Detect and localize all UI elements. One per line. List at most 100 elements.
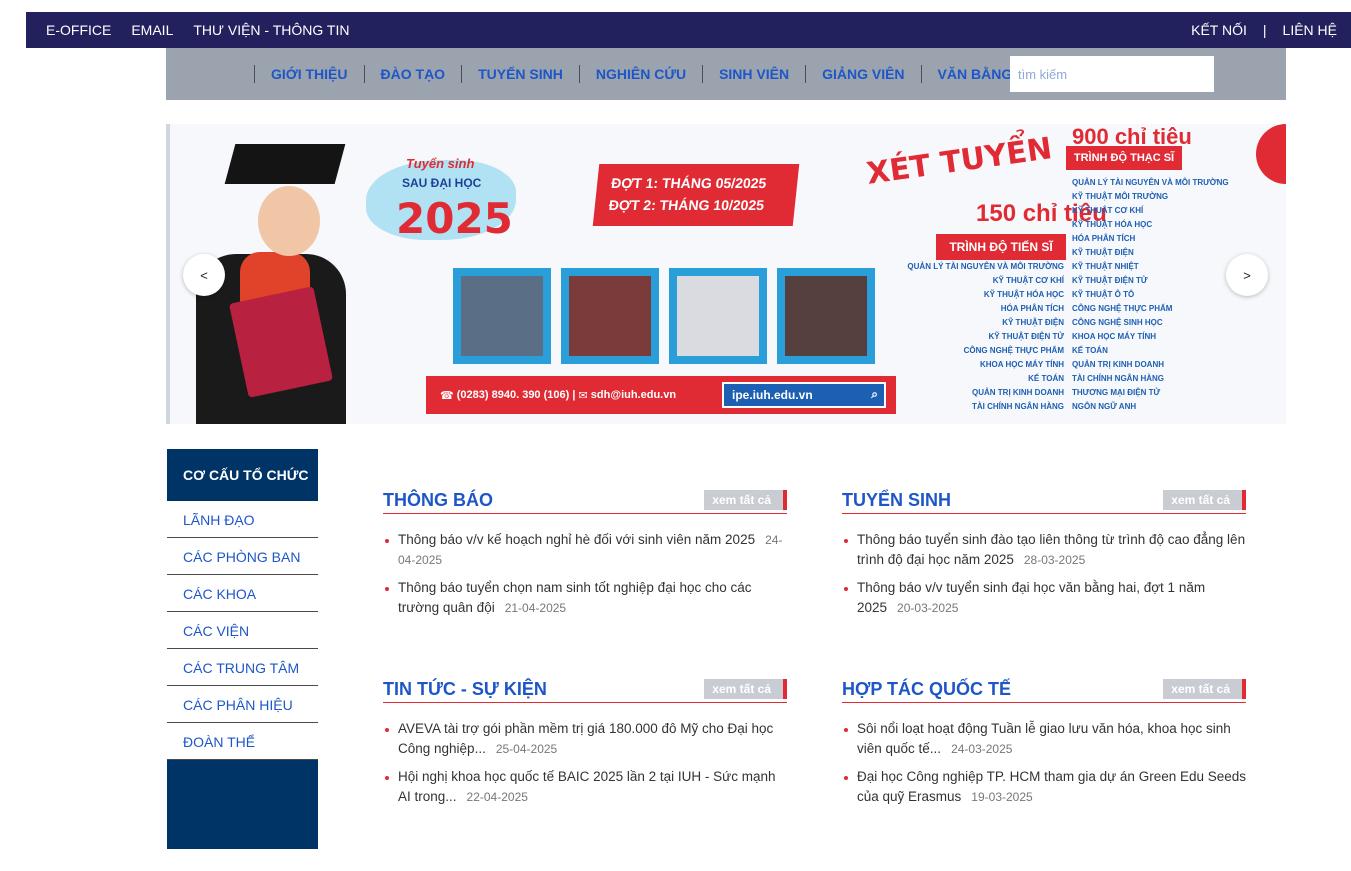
nav-divider: [461, 65, 463, 83]
major-item: KỸ THUẬT HÓA HỌC: [983, 290, 1064, 299]
nav-van-bang[interactable]: VĂN BẰNG: [938, 66, 1013, 82]
sidebar-item-lanh-dao[interactable]: LÃNH ĐẠO: [167, 501, 318, 538]
major-item: KỸ THUẬT NHIỆT: [1072, 262, 1139, 271]
banner-website-text: ipe.iuh.edu.vn: [732, 388, 813, 402]
nav-gioi-thieu[interactable]: GIỚI THIỆU: [271, 66, 348, 82]
sidebar-item-khoa[interactable]: CÁC KHOA: [167, 575, 318, 612]
banner-photo: [669, 268, 767, 364]
news-date: 21-04-2025: [504, 601, 567, 615]
title-sub: SAU ĐẠI HỌC: [402, 176, 482, 190]
org-structure-sidebar: CƠ CẤU TỔ CHỨC LÃNH ĐẠO CÁC PHÒNG BAN CÁ…: [167, 449, 318, 849]
search-input[interactable]: [1010, 56, 1214, 92]
nav-sinh-vien[interactable]: SINH VIÊN: [719, 66, 789, 82]
nav-divider: [254, 65, 255, 83]
admission-title-badge: Tuyển sinh SAU ĐẠI HỌC 2025: [366, 136, 526, 246]
banner-photo: [561, 268, 659, 364]
major-item: KỸ THUẬT ĐIỆN: [1002, 318, 1064, 327]
news-title[interactable]: AVEVA tài trợ gói phần mềm trị giá 180.0…: [398, 721, 773, 756]
banner-email: sdh@iuh.edu.vn: [590, 389, 677, 401]
news-date: 24-03-2025: [951, 742, 1013, 756]
section-rule: [383, 702, 787, 703]
divider: |: [569, 389, 579, 401]
news-date: 19-03-2025: [971, 790, 1033, 804]
separator: |: [1262, 22, 1267, 38]
xet-tuyen-label: XÉT TUYỂN: [864, 131, 1055, 192]
hero-banner: Tuyển sinh SAU ĐẠI HỌC 2025 ĐỢT 1: THÁNG…: [166, 124, 1286, 424]
graduate-cap: [224, 144, 346, 184]
news-title[interactable]: Đại học Công nghiệp TP. HCM tham gia dự …: [857, 769, 1246, 804]
major-item: HÓA PHÂN TÍCH: [1000, 304, 1064, 313]
view-all-button[interactable]: xem tất cả: [1163, 679, 1246, 699]
title-year: 2025: [396, 194, 513, 243]
list-item[interactable]: Thông báo tuyển sinh đào tạo liên thông …: [842, 530, 1246, 570]
view-all-button[interactable]: xem tất cả: [704, 490, 787, 510]
news-title[interactable]: Sôi nổi loạt hoạt động Tuần lễ giao lưu …: [857, 721, 1231, 756]
list-item[interactable]: Thông báo v/v kế hoạch nghỉ hè đối với s…: [383, 530, 787, 570]
carousel-prev-button[interactable]: <: [183, 254, 225, 296]
nav-divider: [920, 65, 922, 83]
major-item: KỸ THUẬT CƠ KHÍ: [992, 276, 1064, 285]
nav-tuyen-sinh[interactable]: TUYỂN SINH: [478, 66, 563, 82]
mail-icon: ✉: [578, 389, 591, 402]
sidebar-item-vien[interactable]: CÁC VIỆN: [167, 612, 318, 649]
nav-items: GIỚI THIỆU ĐÀO TẠO TUYỂN SINH NGHIÊN CỨU…: [238, 48, 1012, 100]
nav-nghien-cuu[interactable]: NGHIÊN CỨU: [596, 66, 686, 82]
masters-label: TRÌNH ĐỘ THẠC SĨ: [1066, 146, 1182, 170]
major-item: TÀI CHÍNH NGÂN HÀNG: [972, 402, 1064, 411]
date-round-1: ĐỢT 1: THÁNG 05/2025: [610, 175, 768, 191]
library-link[interactable]: THƯ VIỆN - THÔNG TIN: [193, 22, 349, 38]
major-item: KỸ THUẬT ĐIỆN TỬ: [1072, 276, 1148, 285]
top-utility-right: KẾT NỐI | LIÊN HỆ: [1191, 12, 1337, 48]
news-list: Thông báo tuyển sinh đào tạo liên thông …: [842, 530, 1246, 626]
connect-link[interactable]: KẾT NỐI: [1191, 22, 1247, 38]
view-all-button[interactable]: xem tất cả: [704, 679, 787, 699]
news-list: Sôi nổi loạt hoạt động Tuần lễ giao lưu …: [842, 719, 1246, 815]
phone-icon: ☎: [440, 389, 457, 402]
major-item: QUẢN LÝ TÀI NGUYÊN VÀ MÔI TRƯỜNG: [907, 262, 1064, 271]
eoffice-link[interactable]: E-OFFICE: [46, 22, 111, 38]
major-item: KHOA HỌC MÁY TÍNH: [980, 360, 1064, 369]
banner-website: ipe.iuh.edu.vn ⌕: [722, 382, 886, 408]
major-item: CÔNG NGHỆ THỰC PHẨM: [1072, 304, 1173, 313]
news-date: 25-04-2025: [495, 742, 558, 756]
banner-phone: (0283) 8940. 390 (106): [456, 389, 570, 401]
top-utility-links: E-OFFICE EMAIL THƯ VIỆN - THÔNG TIN: [46, 12, 349, 48]
major-item: KỸ THUẬT CƠ KHÍ: [1072, 206, 1144, 215]
list-item[interactable]: Sôi nổi loạt hoạt động Tuần lễ giao lưu …: [842, 719, 1246, 759]
major-item: THƯƠNG MẠI ĐIỆN TỬ: [1072, 388, 1161, 397]
news-title[interactable]: Hội nghị khoa học quốc tế BAIC 2025 lần …: [398, 769, 776, 804]
list-item[interactable]: Thông báo v/v tuyển sinh đại học văn bằn…: [842, 578, 1246, 618]
list-item[interactable]: Thông báo tuyển chọn nam sinh tốt nghiệp…: [383, 578, 787, 618]
news-title[interactable]: Thông báo v/v kế hoạch nghỉ hè đối với s…: [398, 532, 755, 547]
nav-dao-tao[interactable]: ĐÀO TẠO: [381, 66, 446, 82]
banner-photo: [777, 268, 875, 364]
banner-photo: [453, 268, 551, 364]
view-all-button[interactable]: xem tất cả: [1163, 490, 1246, 510]
sidebar-item-phong-ban[interactable]: CÁC PHÒNG BAN: [167, 538, 318, 575]
sidebar-footer-block: [167, 760, 318, 849]
nav-giang-vien[interactable]: GIẢNG VIÊN: [822, 66, 904, 82]
main-navigation: GIỚI THIỆU ĐÀO TẠO TUYỂN SINH NGHIÊN CỨU…: [166, 48, 1286, 100]
major-item: TÀI CHÍNH NGÂN HÀNG: [1072, 374, 1164, 383]
email-link[interactable]: EMAIL: [131, 22, 173, 38]
list-item[interactable]: Đại học Công nghiệp TP. HCM tham gia dự …: [842, 767, 1246, 807]
list-item[interactable]: Hội nghị khoa học quốc tế BAIC 2025 lần …: [383, 767, 787, 807]
section-rule: [842, 513, 1246, 514]
sidebar-item-phan-hieu[interactable]: CÁC PHÂN HIỆU: [167, 686, 318, 723]
news-list: Thông báo v/v kế hoạch nghỉ hè đối với s…: [383, 530, 787, 626]
section-tin-tuc-su-kien: TIN TỨC - SỰ KIỆN xem tất cả AVEVA tài t…: [383, 679, 787, 804]
nav-divider: [702, 65, 704, 83]
news-title[interactable]: Thông báo tuyển chọn nam sinh tốt nghiệp…: [398, 580, 752, 615]
sidebar-heading: CƠ CẤU TỔ CHỨC: [167, 449, 318, 501]
major-item: KỸ THUẬT ĐIỆN: [1072, 248, 1134, 257]
major-item: KẾ TOÁN: [1028, 374, 1064, 383]
contact-link[interactable]: LIÊN HỆ: [1283, 22, 1337, 38]
major-item: KỸ THUẬT HÓA HỌC: [1072, 220, 1153, 229]
news-list: AVEVA tài trợ gói phần mềm trị giá 180.0…: [383, 719, 787, 815]
sidebar-item-trung-tam[interactable]: CÁC TRUNG TÂM: [167, 649, 318, 686]
sidebar-item-doan-the[interactable]: ĐOÀN THỂ: [167, 723, 318, 760]
major-item: KỸ THUẬT MÔI TRƯỜNG: [1072, 192, 1169, 201]
carousel-next-button[interactable]: >: [1226, 254, 1268, 296]
list-item[interactable]: AVEVA tài trợ gói phần mềm trị giá 180.0…: [383, 719, 787, 759]
banner-contact-bar: ☎ (0283) 8940. 390 (106) | ✉ sdh@iuh.edu…: [426, 376, 896, 414]
